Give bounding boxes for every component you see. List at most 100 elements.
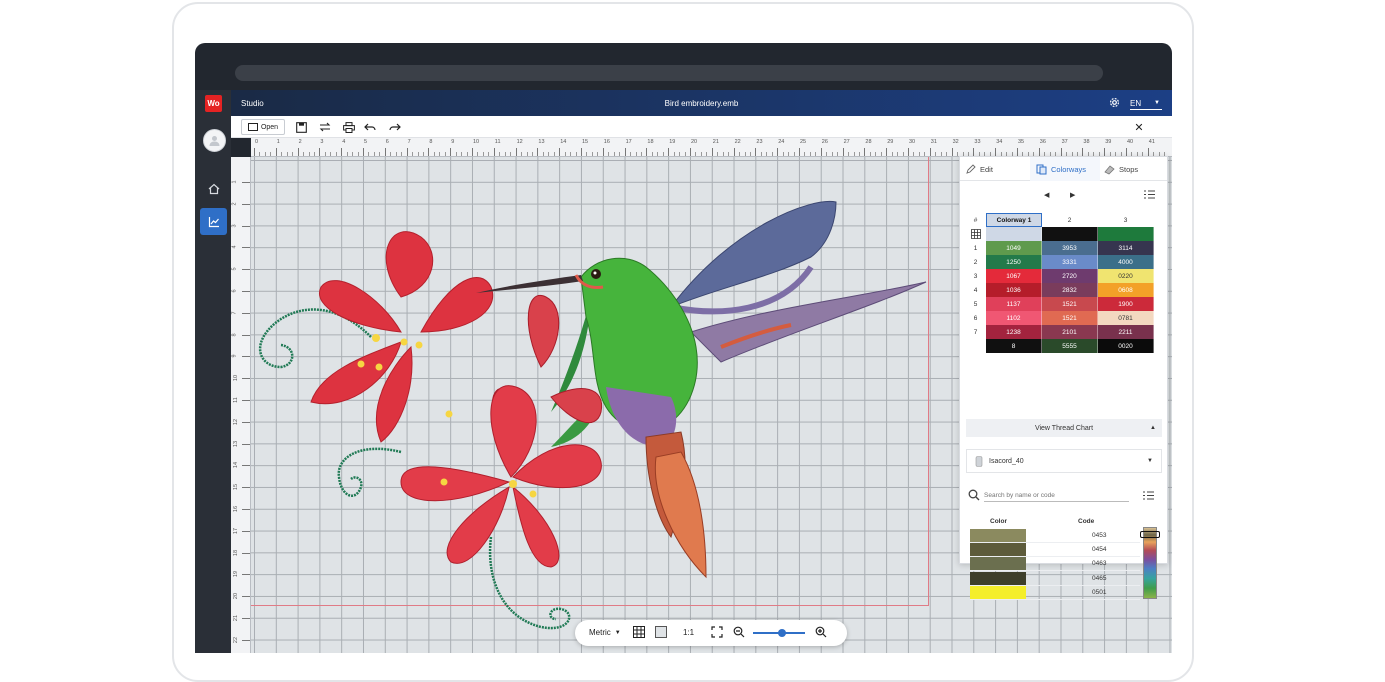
thread-code-cell[interactable]: 1521 [1042, 297, 1098, 311]
colorway-row[interactable]: 7 1238 2101 2211 [966, 325, 1154, 339]
thread-row[interactable]: 0453 [970, 529, 1140, 543]
thread-code-cell[interactable]: 0020 [1098, 339, 1154, 353]
thread-code-cell[interactable]: 1521 [1042, 311, 1098, 325]
undo-button[interactable] [362, 119, 378, 135]
list-icon[interactable] [1143, 491, 1154, 500]
thread-code-cell[interactable]: 0608 [1098, 283, 1154, 297]
ruler-minor-tick [401, 152, 403, 156]
background-toggle-button[interactable] [655, 626, 667, 638]
thread-code-cell[interactable]: 3953 [1042, 241, 1098, 255]
view-thread-chart-label: View Thread Chart [1034, 424, 1094, 432]
thread-code-cell[interactable]: 2720 [1042, 269, 1098, 283]
analytics-nav-button[interactable] [200, 208, 227, 235]
colorway-1-swatch[interactable] [986, 227, 1042, 241]
thread-row[interactable]: 0454 [970, 543, 1140, 558]
open-button[interactable]: Open [241, 119, 285, 135]
thread-code-cell[interactable]: 1250 [986, 255, 1042, 269]
save-button[interactable] [293, 119, 309, 135]
ruler-tick-label: 39 [1105, 139, 1112, 145]
colorway-row[interactable]: 3 1067 2720 0220 [966, 269, 1154, 283]
colorway-row[interactable]: 1 1049 3953 3114 [966, 241, 1154, 255]
ruler-minor-tick [422, 152, 424, 156]
thread-code-cell[interactable]: 1049 [986, 241, 1042, 255]
zoom-out-button[interactable] [733, 626, 745, 638]
header-colorway-1[interactable]: Colorway 1 [986, 213, 1042, 227]
thread-code-cell[interactable]: 1102 [986, 311, 1042, 325]
thread-code-cell[interactable]: 1137 [986, 297, 1042, 311]
avatar[interactable] [203, 129, 226, 152]
zoom-slider-handle[interactable] [777, 629, 786, 637]
thread-code-cell[interactable]: 5555 [1042, 339, 1098, 353]
prev-colorway-button[interactable]: ◀ [1044, 191, 1049, 199]
ruler-tick [842, 148, 844, 156]
row-index: 7 [966, 325, 986, 339]
thread-code-cell[interactable]: 2211 [1098, 325, 1154, 339]
header-colorway-3[interactable]: 3 [1098, 213, 1154, 227]
print-button[interactable] [341, 119, 357, 135]
thread-strip-selector[interactable] [1140, 531, 1160, 538]
redo-button[interactable] [387, 119, 403, 135]
zoom-in-button[interactable] [815, 626, 827, 638]
thread-code-cell[interactable]: 3331 [1042, 255, 1098, 269]
colorway-row[interactable]: 4 1036 2832 0608 [966, 283, 1154, 297]
tab-colorways[interactable]: Colorways [1030, 157, 1100, 181]
ruler-tick-label: 13 [538, 139, 545, 145]
ruler-minor-tick [477, 152, 479, 156]
thread-code-cell[interactable]: 1036 [986, 283, 1042, 297]
list-view-button[interactable] [1144, 190, 1155, 201]
colorway-row[interactable]: 8 5555 0020 [966, 339, 1154, 353]
tab-edit[interactable]: Edit [966, 157, 1026, 181]
colorway-3-swatch[interactable] [1098, 227, 1154, 241]
next-colorway-button[interactable]: ▶ [1070, 191, 1075, 199]
ruler-minor-tick [259, 152, 261, 156]
thread-row[interactable]: 0463 [970, 557, 1140, 572]
thread-code-cell[interactable]: 0781 [1098, 311, 1154, 325]
ruler-minor-tick [281, 152, 283, 156]
view-thread-chart-toggle[interactable]: View Thread Chart ▲ [966, 419, 1162, 437]
ruler-tick-label: 14 [560, 139, 567, 145]
settings-button[interactable] [1109, 97, 1120, 110]
thread-search-input[interactable] [984, 489, 1129, 502]
thread-row[interactable]: 0465 [970, 571, 1140, 586]
close-button[interactable]: ✕ [1131, 119, 1147, 135]
thread-row[interactable]: 0501 [970, 585, 1140, 600]
colorway-row[interactable]: 2 1250 3331 4000 [966, 255, 1154, 269]
thread-code-cell[interactable]: 1238 [986, 325, 1042, 339]
language-select[interactable]: EN ▼ [1130, 99, 1162, 110]
thread-code-cell[interactable]: 2101 [1042, 325, 1098, 339]
ruler-minor-tick [717, 152, 719, 156]
header-colorway-2[interactable]: 2 [1042, 213, 1098, 227]
ruler-tick [242, 465, 250, 467]
ruler-tick-label: 8 [231, 333, 238, 337]
ruler-tick [733, 148, 735, 156]
ruler-tick [886, 148, 888, 156]
swap-button[interactable] [317, 119, 333, 135]
zoom-slider[interactable] [753, 629, 805, 637]
actual-size-button[interactable]: 1:1 [683, 628, 694, 637]
colorway-row[interactable]: 6 1102 1521 0781 [966, 311, 1154, 325]
row-index: 3 [966, 269, 986, 283]
address-bar[interactable] [235, 65, 1103, 81]
colorway-row[interactable]: 5 1137 1521 1900 [966, 297, 1154, 311]
unit-select[interactable]: Metric ▼ [589, 628, 621, 637]
grid-toggle-button[interactable] [633, 626, 645, 638]
ruler-tick-label: 9 [451, 139, 455, 145]
thread-code-cell[interactable]: 2832 [1042, 283, 1098, 297]
home-nav-button[interactable] [200, 175, 227, 202]
colorway-2-swatch[interactable] [1042, 227, 1098, 241]
thread-brand-select[interactable]: Isacord_40 ▼ [966, 449, 1162, 473]
ruler-tick-label: 3 [231, 224, 238, 228]
tab-stops[interactable]: Stops [1104, 157, 1164, 181]
thread-code-cell[interactable]: 4000 [1098, 255, 1154, 269]
ruler-minor-tick [940, 152, 942, 156]
fit-screen-button[interactable] [711, 626, 723, 638]
thread-code-cell[interactable]: 3114 [1098, 241, 1154, 255]
thread-code-cell[interactable]: 0220 [1098, 269, 1154, 283]
ruler-minor-tick [313, 152, 315, 156]
thread-code-cell[interactable]: 1900 [1098, 297, 1154, 311]
ruler-tick [242, 182, 250, 183]
thread-code-cell[interactable]: 8 [986, 339, 1042, 353]
thread-code: 0463 [1092, 560, 1107, 568]
ruler-minor-tick [739, 152, 741, 156]
thread-code-cell[interactable]: 1067 [986, 269, 1042, 283]
